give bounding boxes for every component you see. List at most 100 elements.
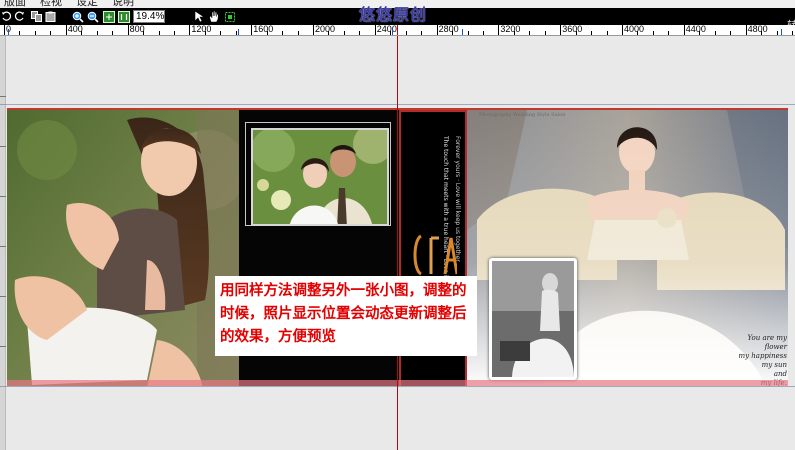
ruler-major-tick [374,25,376,35]
actual-size-icon[interactable] [117,10,130,23]
ruler-major-tick [127,25,129,35]
ruler-mark [0,296,6,297]
ruler-label: 1600 [253,25,274,34]
ruler-minor-tick [96,31,98,35]
menu-item-help[interactable]: 说明 [112,0,134,8]
poem-line: You are my flower [747,334,787,351]
ruler-minor-tick [266,31,268,35]
top-script-text: Photography Wedding Style Salon [479,112,566,118]
hand-pan-icon[interactable] [207,10,220,23]
small-photo-bride-bw[interactable] [489,258,577,380]
ruler-minor-tick [730,31,732,35]
poem-text-block: You are my flowermy happinessmy sunandmy… [727,334,787,386]
ruler-minor-tick [421,31,423,35]
ruler-object-marker [8,29,9,35]
poem-line: my happiness [738,352,787,360]
ruler-minor-tick [204,31,206,35]
ruler-minor-tick [699,31,701,35]
ruler-minor-tick [544,31,546,35]
watermark-text: 悠悠原创 [359,5,428,24]
ruler-label: 4400 [685,25,706,34]
ruler-minor-tick [591,31,593,35]
small-photo-couple[interactable] [251,128,389,226]
ruler-major-tick [436,25,438,35]
ruler-minor-tick [791,31,793,35]
ruler-center-marker [397,25,398,35]
ruler-label: 4800 [747,25,768,34]
ruler-object-marker [462,29,463,35]
ruler-minor-tick [297,31,299,35]
large-photo-left[interactable] [7,110,239,386]
ruler-major-tick [189,25,191,35]
ruler-minor-tick [282,31,284,35]
ruler-major-tick [65,25,67,35]
menu-item-settings[interactable]: 设定 [76,0,98,8]
fit-to-window-icon[interactable] [102,10,115,23]
menu-item-view[interactable]: 检视 [40,0,62,8]
crop-select-icon[interactable] [223,10,236,23]
ruler-object-marker [781,29,782,35]
ruler-label: 2000 [315,25,336,34]
poem-line: my sun [761,361,787,369]
zoom-out-icon[interactable] [86,10,99,23]
ruler-major-tick [313,25,314,35]
ruler-label: 3600 [562,25,583,34]
ruler-minor-tick [714,31,716,35]
ruler-minor-tick [81,31,83,35]
photo-album-editor-window: 版面 检视 设定 说明 19.4% 悠悠原创 400 800 1200 1600… [0,0,795,450]
ruler-major-tick [622,25,623,35]
ruler-minor-tick [529,31,531,35]
ruler-major-tick [498,25,500,35]
ruler-minor-tick [50,31,52,35]
ruler-minor-tick [575,31,577,35]
copy-icon[interactable] [30,10,43,23]
horizontal-ruler[interactable]: 0400800120016002000240028003200360040004… [0,25,795,36]
ruler-minor-tick [482,31,484,35]
ruler-mark [0,96,6,97]
ruler-minor-tick [173,31,175,35]
ruler-minor-tick [761,31,763,35]
rotate-left-icon[interactable] [0,10,13,23]
ruler-minor-tick [513,31,515,35]
poem-line: and [773,370,787,378]
ruler-minor-tick [776,31,778,35]
zoom-level-field[interactable]: 19.4% [133,10,165,23]
ruler-major-tick [251,25,253,35]
ruler-minor-tick [668,31,670,35]
ruler-minor-tick [343,31,345,35]
ruler-object-marker [392,29,393,35]
ruler-minor-tick [235,31,237,35]
ruler-label: 2800 [438,25,459,34]
ruler-minor-tick [158,31,160,35]
ruler-mark [0,246,6,247]
ruler-minor-tick [467,31,469,35]
menu-item-layout[interactable]: 版面 [4,0,26,8]
center-guide-line[interactable] [397,36,398,450]
ruler-object-marker [238,29,239,35]
ruler-label: 3200 [500,25,521,34]
pointer-arrow-icon[interactable] [192,10,205,23]
ruler-minor-tick [452,31,454,35]
ruler-minor-tick [606,31,608,35]
ruler-major-tick [683,25,685,35]
ruler-minor-tick [359,31,361,35]
ruler-major-tick [560,25,562,35]
ruler-major-tick [745,25,747,35]
paste-icon[interactable] [44,10,57,23]
ruler-minor-tick [652,31,654,35]
ruler-label: 2400 [376,25,397,34]
ruler-major-tick [4,25,5,35]
decorative-lettering-graphic [413,234,457,276]
zoom-in-icon[interactable] [71,10,84,23]
design-canvas[interactable]: The touch that meets with a true heart ·… [0,36,795,450]
ruler-label: 1200 [191,25,212,34]
ruler-label: 4000 [624,25,645,34]
vertical-ruler[interactable] [0,36,6,450]
ruler-mark [0,346,6,347]
ruler-mark [0,196,6,197]
ruler-minor-tick [143,31,145,35]
ruler-minor-tick [637,31,639,35]
ruler-minor-tick [19,31,21,35]
ruler-mark [0,146,6,147]
rotate-right-icon[interactable] [13,10,26,23]
